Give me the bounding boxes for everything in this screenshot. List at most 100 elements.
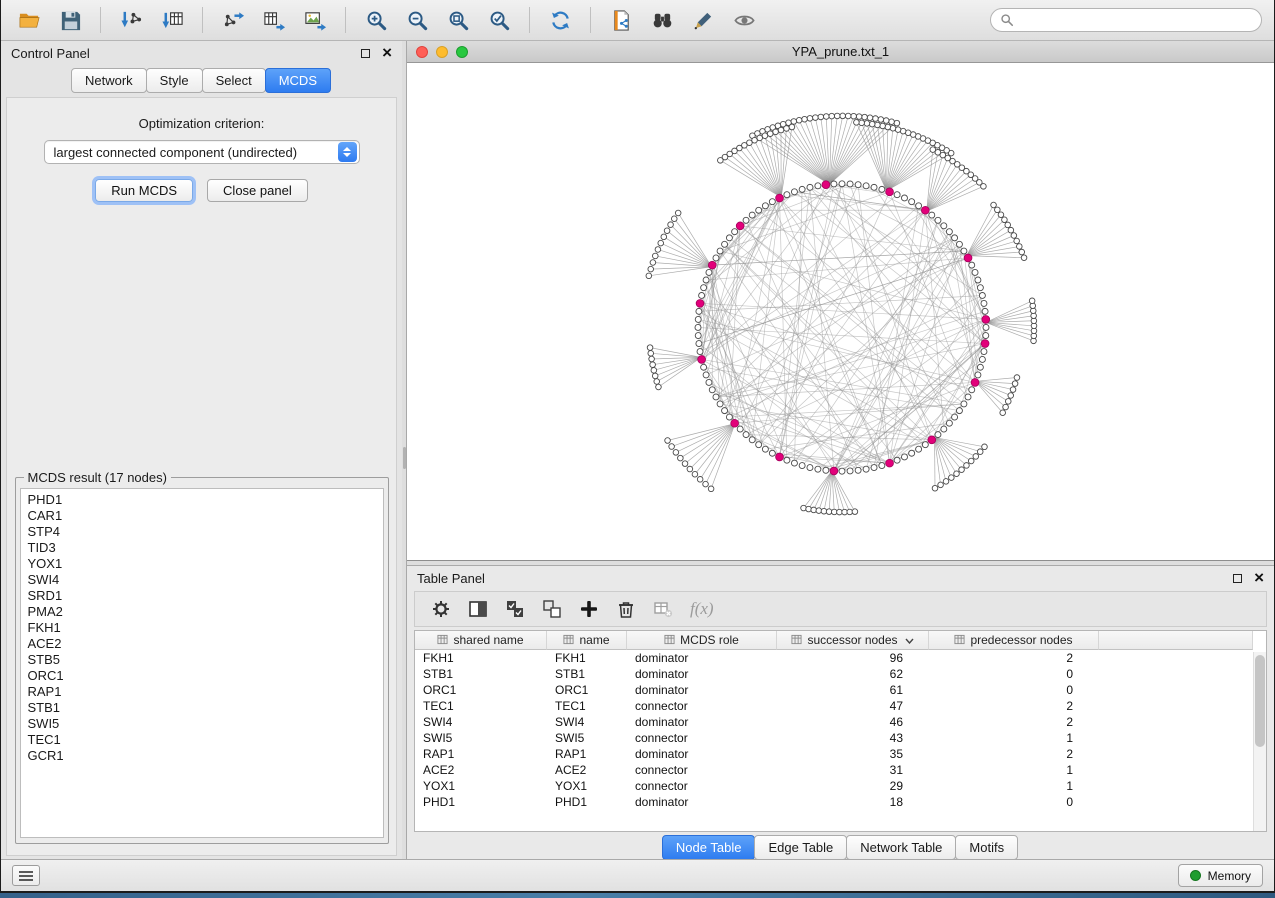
zoom-selected-button[interactable] <box>483 4 515 36</box>
table-settings-button[interactable] <box>431 599 451 619</box>
result-node-item[interactable]: STB1 <box>28 700 376 716</box>
result-node-item[interactable]: STP4 <box>28 524 376 540</box>
cell-filler <box>1099 714 1253 730</box>
tab-node-table[interactable]: Node Table <box>662 835 756 860</box>
result-node-item[interactable]: ORC1 <box>28 668 376 684</box>
tab-style[interactable]: Style <box>146 68 203 93</box>
import-network-button[interactable] <box>115 4 147 36</box>
show-columns-button[interactable] <box>468 599 488 619</box>
cell-name: SWI5 <box>547 730 627 746</box>
zoom-fit-button[interactable] <box>442 4 474 36</box>
close-window-traffic-icon[interactable] <box>416 46 428 58</box>
maximize-window-traffic-icon[interactable] <box>456 46 468 58</box>
dropdown-value: largest connected component (undirected) <box>54 145 298 160</box>
cell-predecessor-nodes: 2 <box>929 698 1099 714</box>
control-panel: Control Panel × NetworkStyleSelectMCDS O… <box>1 41 402 859</box>
column-header-shared-name[interactable]: shared name <box>415 631 547 650</box>
tab-motifs[interactable]: Motifs <box>955 835 1018 860</box>
result-node-item[interactable]: TID3 <box>28 540 376 556</box>
result-node-item[interactable]: PMA2 <box>28 604 376 620</box>
table-row[interactable]: RAP1RAP1dominator352 <box>415 746 1253 762</box>
search-input[interactable] <box>1020 13 1252 27</box>
column-header-successor-nodes[interactable]: successor nodes <box>777 631 929 650</box>
cell-predecessor-nodes: 2 <box>929 714 1099 730</box>
export-table-button[interactable] <box>258 4 290 36</box>
result-node-item[interactable]: FKH1 <box>28 620 376 636</box>
main-area: Control Panel × NetworkStyleSelectMCDS O… <box>1 41 1274 859</box>
save-session-button[interactable] <box>54 4 86 36</box>
cell-filler <box>1099 682 1253 698</box>
table-row[interactable]: ACE2ACE2connector311 <box>415 762 1253 778</box>
result-node-item[interactable]: ACE2 <box>28 636 376 652</box>
network-canvas[interactable] <box>407 63 1274 561</box>
zoom-in-button[interactable] <box>360 4 392 36</box>
float-panel-icon[interactable] <box>1233 574 1242 583</box>
result-node-item[interactable]: RAP1 <box>28 684 376 700</box>
deselect-all-rows-button[interactable] <box>542 599 562 619</box>
network-graph[interactable] <box>407 63 1274 560</box>
share-document-button[interactable] <box>605 4 637 36</box>
cell-filler <box>1099 762 1253 778</box>
result-node-item[interactable]: YOX1 <box>28 556 376 572</box>
cell-filler <box>1099 778 1253 794</box>
column-header-name[interactable]: name <box>547 631 627 650</box>
cell-predecessor-nodes: 2 <box>929 650 1099 666</box>
export-network-button[interactable] <box>217 4 249 36</box>
toolbar-separator <box>202 7 203 33</box>
show-hide-button[interactable] <box>728 4 760 36</box>
optimization-criterion-dropdown[interactable]: largest connected component (undirected) <box>44 140 360 164</box>
delete-column-button[interactable] <box>616 599 636 619</box>
tab-network-table[interactable]: Network Table <box>846 835 956 860</box>
table-row[interactable]: FKH1FKH1dominator962 <box>415 650 1253 666</box>
column-header-predecessor-nodes[interactable]: predecessor nodes <box>929 631 1099 650</box>
result-node-item[interactable]: PHD1 <box>28 492 376 508</box>
result-node-item[interactable]: SWI4 <box>28 572 376 588</box>
close-panel-icon[interactable]: × <box>1254 573 1264 583</box>
close-panel-button[interactable]: Close panel <box>207 179 308 202</box>
table-row[interactable]: STB1STB1dominator620 <box>415 666 1253 682</box>
table-scrollbar[interactable] <box>1253 652 1266 831</box>
import-table-button[interactable] <box>156 4 188 36</box>
result-node-item[interactable]: STB5 <box>28 652 376 668</box>
node-table-header-row: shared namenameMCDS rolesuccessor nodesp… <box>415 631 1253 650</box>
search-box[interactable] <box>990 8 1262 32</box>
panel-menu-button[interactable] <box>12 865 40 886</box>
cell-successor-nodes: 29 <box>777 778 929 794</box>
scrollbar-thumb[interactable] <box>1255 655 1265 747</box>
first-neighbors-button[interactable] <box>646 4 678 36</box>
result-node-item[interactable]: SRD1 <box>28 588 376 604</box>
close-panel-icon[interactable]: × <box>382 48 392 58</box>
add-column-button[interactable] <box>579 599 599 619</box>
column-header-MCDS-role[interactable]: MCDS role <box>627 631 777 650</box>
cell-name: YOX1 <box>547 778 627 794</box>
tab-network[interactable]: Network <box>71 68 147 93</box>
result-node-item[interactable]: GCR1 <box>28 748 376 764</box>
run-mcds-button[interactable]: Run MCDS <box>95 179 193 202</box>
cell-MCDS-role: connector <box>627 698 777 714</box>
float-panel-icon[interactable] <box>361 49 370 58</box>
tab-mcds[interactable]: MCDS <box>265 68 331 93</box>
export-image-button[interactable] <box>299 4 331 36</box>
export-network-icon <box>222 9 245 32</box>
select-all-rows-button[interactable] <box>505 599 525 619</box>
result-node-item[interactable]: SWI5 <box>28 716 376 732</box>
cell-filler <box>1099 666 1253 682</box>
result-node-item[interactable]: CAR1 <box>28 508 376 524</box>
table-row[interactable]: YOX1YOX1connector291 <box>415 778 1253 794</box>
minimize-window-traffic-icon[interactable] <box>436 46 448 58</box>
table-row[interactable]: PHD1PHD1dominator180 <box>415 794 1253 810</box>
control-panel-title: Control Panel <box>11 46 90 61</box>
table-row[interactable]: TEC1TEC1connector472 <box>415 698 1253 714</box>
annotation-pen-button[interactable] <box>687 4 719 36</box>
cell-predecessor-nodes: 0 <box>929 682 1099 698</box>
tab-select[interactable]: Select <box>202 68 266 93</box>
zoom-out-button[interactable] <box>401 4 433 36</box>
tab-edge-table[interactable]: Edge Table <box>754 835 847 860</box>
apply-layout-button[interactable] <box>544 4 576 36</box>
table-row[interactable]: ORC1ORC1dominator610 <box>415 682 1253 698</box>
table-row[interactable]: SWI4SWI4dominator462 <box>415 714 1253 730</box>
result-node-item[interactable]: TEC1 <box>28 732 376 748</box>
table-row[interactable]: SWI5SWI5connector431 <box>415 730 1253 746</box>
open-session-button[interactable] <box>13 4 45 36</box>
memory-button[interactable]: Memory <box>1178 864 1263 887</box>
